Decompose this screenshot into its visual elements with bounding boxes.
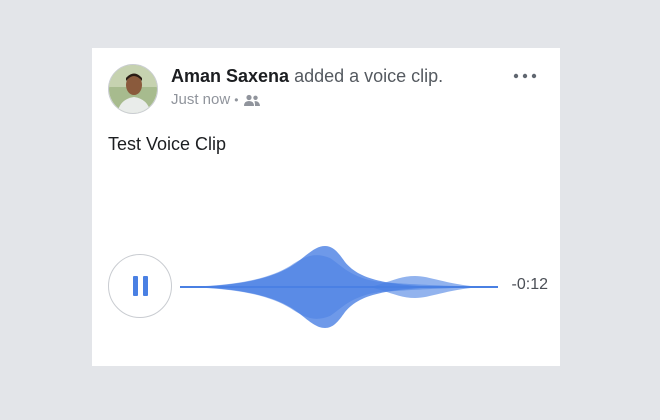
waveform[interactable] — [180, 238, 498, 336]
more-dots-icon — [513, 73, 537, 79]
more-options-button[interactable] — [510, 66, 540, 86]
post-card: Aman Saxena added a voice clip. Just now… — [92, 48, 560, 366]
avatar[interactable] — [108, 64, 158, 114]
author-name[interactable]: Aman Saxena — [171, 66, 289, 86]
post-text: Test Voice Clip — [108, 134, 227, 154]
friends-icon[interactable] — [244, 94, 261, 107]
post-meta: Just now • — [171, 91, 443, 109]
pause-button[interactable] — [108, 254, 172, 318]
post-header: Aman Saxena added a voice clip. Just now… — [171, 65, 443, 109]
author-line: Aman Saxena added a voice clip. — [171, 65, 443, 87]
voice-clip-player: -0:12 — [108, 246, 548, 328]
post-action: added a voice clip. — [294, 66, 444, 86]
timestamp[interactable]: Just now — [171, 91, 230, 109]
meta-separator: • — [234, 93, 239, 107]
pause-icon — [130, 276, 150, 296]
remaining-time: -0:12 — [511, 276, 548, 293]
